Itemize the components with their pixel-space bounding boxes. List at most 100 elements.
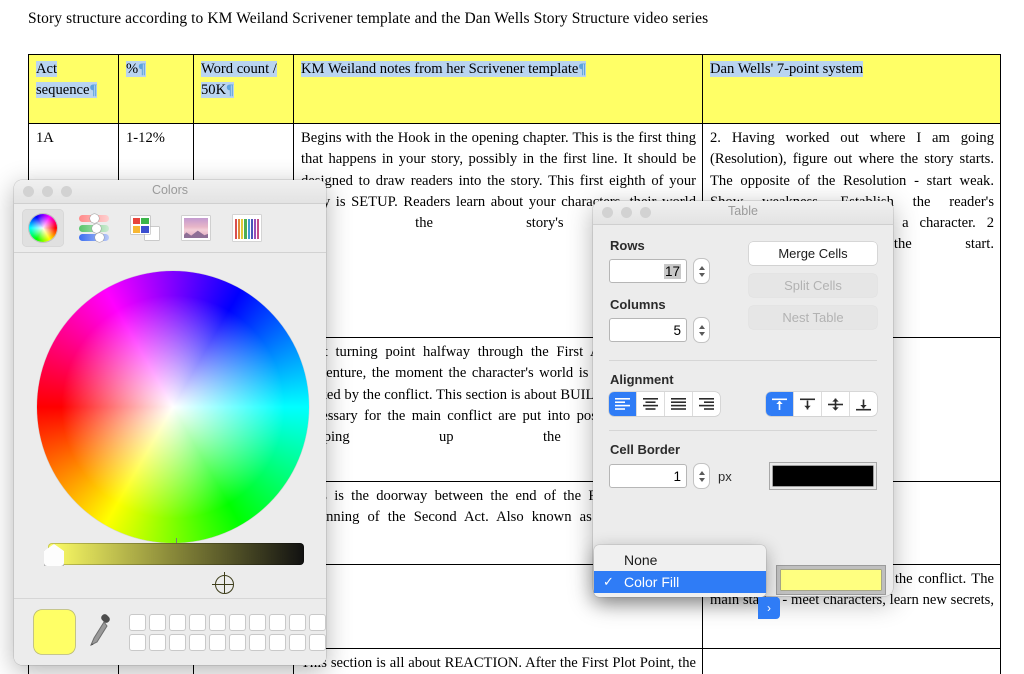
color-palettes-tab[interactable] — [124, 209, 166, 247]
pilcrow-icon: ¶ — [578, 61, 587, 77]
colors-panel[interactable]: Colors — [14, 180, 326, 665]
header-cell-word-count[interactable]: Word count / 50K¶ — [193, 54, 294, 124]
image-palettes-tab[interactable] — [175, 209, 217, 247]
valign-top-button[interactable] — [766, 392, 794, 416]
swatch-cell[interactable] — [209, 633, 226, 651]
columns-stepper[interactable] — [693, 317, 710, 343]
colors-swatch-bar[interactable] — [14, 598, 326, 665]
menu-item-color-fill-label: Color Fill — [624, 574, 680, 590]
swatch-cell[interactable] — [249, 633, 266, 651]
nest-table-button: Nest Table — [749, 306, 877, 329]
cell-wells[interactable] — [702, 648, 1001, 674]
brightness-slider-tick — [176, 538, 178, 543]
color-wheel-tab[interactable] — [22, 209, 64, 247]
header-cell-dan-wells[interactable]: Dan Wells' 7-point system — [702, 54, 1001, 124]
header-label-weiland: KM Weiland notes from her Scrivener temp… — [301, 61, 579, 77]
swatch-cell[interactable] — [169, 613, 186, 631]
swatch-cell[interactable] — [289, 613, 306, 631]
header-cell-weiland[interactable]: KM Weiland notes from her Scrivener temp… — [293, 54, 703, 124]
header-cell-act-sequence[interactable]: Act sequence¶ — [28, 54, 119, 124]
table-dialog-titlebar[interactable]: Table — [593, 201, 893, 225]
header-label-word-count: Word count / 50K — [201, 61, 277, 99]
eyedropper-icon[interactable] — [87, 612, 113, 652]
swatch-cell[interactable] — [149, 633, 166, 651]
horizontal-alignment-group[interactable] — [609, 392, 720, 416]
stepper-down-icon[interactable] — [698, 272, 705, 277]
pilcrow-icon: ¶ — [138, 61, 147, 77]
colors-panel-titlebar[interactable]: Colors — [14, 180, 326, 204]
swatch-cell[interactable] — [129, 613, 146, 631]
valign-middle-top-button[interactable] — [794, 392, 822, 416]
current-color-swatch[interactable] — [34, 610, 75, 654]
cell-border-stepper[interactable] — [693, 463, 710, 489]
header-label-percent: % — [126, 61, 139, 77]
merge-cells-button[interactable]: Merge Cells — [749, 242, 877, 265]
cell-border-color-swatch — [773, 466, 873, 486]
rows-stepper[interactable] — [693, 258, 710, 284]
table-dialog[interactable]: Table Rows 17 Columns 5 Merge Cells Spli… — [593, 201, 893, 596]
vertical-alignment-group[interactable] — [766, 392, 877, 416]
stepper-down-icon[interactable] — [698, 477, 705, 482]
swatch-cell[interactable] — [229, 633, 246, 651]
pencils-tab[interactable] — [226, 209, 268, 247]
menu-item-color-fill[interactable]: ✓ Color Fill › — [594, 571, 780, 619]
swatch-cell[interactable] — [169, 633, 186, 651]
colors-panel-toolbar[interactable] — [14, 204, 326, 253]
chevron-right-icon: › — [758, 597, 780, 619]
brightness-slider[interactable] — [44, 538, 304, 566]
swatch-cell[interactable] — [309, 633, 326, 651]
swatch-cell[interactable] — [289, 633, 306, 651]
menu-item-none[interactable]: None — [594, 549, 766, 571]
columns-input[interactable]: 5 — [609, 318, 687, 342]
align-justify-button[interactable] — [665, 392, 693, 416]
cell-fill-color-swatch — [781, 570, 881, 590]
align-left-button[interactable] — [609, 392, 637, 416]
image-palettes-icon — [182, 216, 210, 240]
stepper-up-icon[interactable] — [698, 470, 705, 475]
page-title: Story structure according to KM Weiland … — [28, 10, 709, 27]
swatch-cell[interactable] — [229, 613, 246, 631]
cell-border-unit: px — [718, 468, 732, 484]
saved-swatches-grid[interactable] — [129, 613, 326, 651]
color-sliders-icon — [79, 214, 109, 242]
pilcrow-icon: ¶ — [226, 82, 235, 99]
swatch-cell[interactable] — [269, 613, 286, 631]
swatch-cell[interactable] — [249, 613, 266, 631]
cell-border-color-well[interactable] — [769, 462, 877, 490]
split-cells-button: Split Cells — [749, 274, 877, 297]
header-label-dan-wells: Dan Wells' 7-point system — [710, 61, 864, 77]
valign-center-button[interactable] — [822, 392, 850, 416]
color-wheel-area[interactable] — [14, 253, 326, 594]
align-center-button[interactable] — [637, 392, 665, 416]
stepper-up-icon[interactable] — [698, 265, 705, 270]
columns-label: Columns — [610, 297, 666, 312]
table-header-row: Act sequence¶ %¶ Word count / 50K¶ KM We… — [28, 54, 1001, 124]
swatch-cell[interactable] — [129, 633, 146, 651]
color-wheel-crosshair[interactable] — [212, 572, 234, 594]
divider — [609, 360, 877, 361]
cell-text: 1-12% — [126, 130, 165, 146]
menu-item-none-label: None — [624, 552, 658, 568]
cell-fill-color-well[interactable] — [776, 565, 886, 595]
align-right-button[interactable] — [693, 392, 720, 416]
swatch-cell[interactable] — [269, 633, 286, 651]
swatch-cell[interactable] — [209, 613, 226, 631]
swatch-cell[interactable] — [309, 613, 326, 631]
cell-border-input[interactable]: 1 — [609, 464, 687, 488]
cell-weiland[interactable]: This section is all about REACTION. Afte… — [293, 648, 703, 674]
rows-input[interactable]: 17 — [609, 259, 687, 283]
divider — [609, 430, 877, 431]
swatch-cell[interactable] — [189, 633, 206, 651]
swatch-cell[interactable] — [189, 613, 206, 631]
cell-fill-dropdown-menu[interactable]: None ✓ Color Fill › — [594, 545, 780, 619]
stepper-down-icon[interactable] — [698, 331, 705, 336]
color-palettes-icon — [131, 216, 159, 240]
stepper-up-icon[interactable] — [698, 324, 705, 329]
brightness-slider-knob[interactable] — [44, 544, 64, 566]
valign-bottom-button[interactable] — [850, 392, 877, 416]
alignment-label: Alignment — [610, 372, 674, 387]
color-sliders-tab[interactable] — [73, 209, 115, 247]
swatch-cell[interactable] — [149, 613, 166, 631]
header-cell-percent[interactable]: %¶ — [118, 54, 194, 124]
color-wheel-picker[interactable] — [37, 271, 309, 543]
